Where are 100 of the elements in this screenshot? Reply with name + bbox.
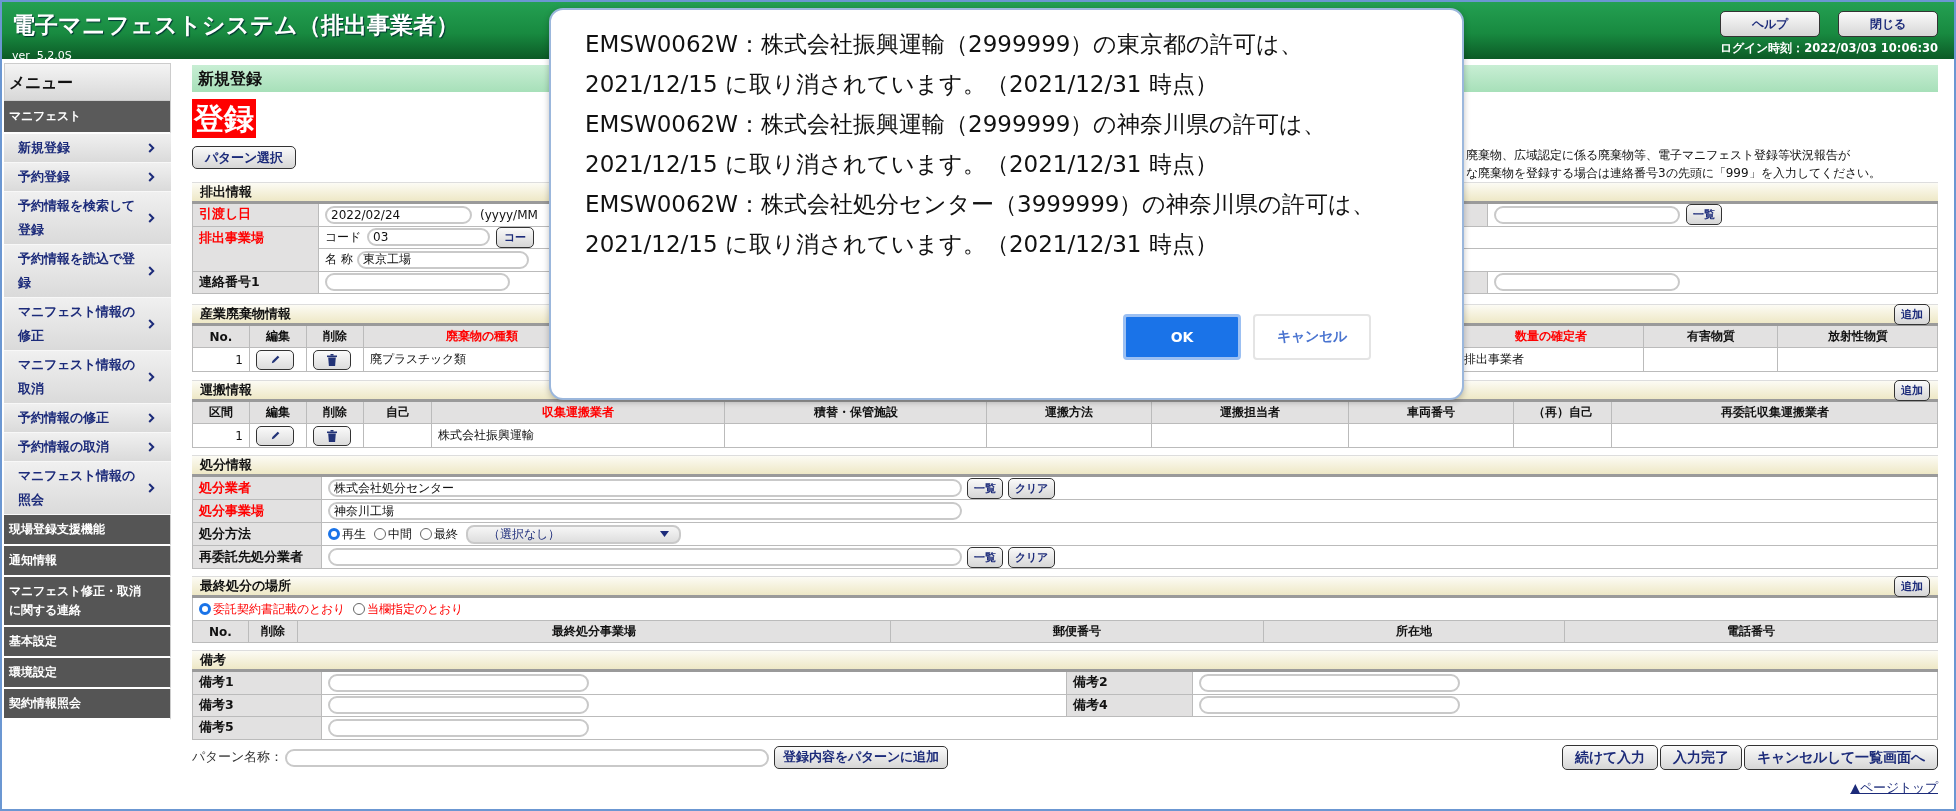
radio-label[interactable]: 当欄指定のとおり (367, 600, 463, 618)
edit-button[interactable] (256, 425, 294, 446)
remarks-field[interactable] (328, 718, 589, 737)
menu-item[interactable]: 予約情報の取消 (4, 433, 171, 462)
edit-button[interactable] (256, 349, 294, 370)
page-top-link[interactable]: ▲ページトップ (1850, 779, 1938, 797)
column-header: 再委託収集運搬業者 (1612, 402, 1938, 424)
column-header: 放射性物質 (1778, 326, 1938, 348)
delete-button[interactable] (313, 349, 351, 370)
column-header: 削除 (249, 621, 298, 643)
date-field[interactable]: 2022/02/24 (325, 205, 472, 224)
text-field[interactable]: 株式会社処分センター (328, 479, 962, 497)
menu-group[interactable]: マニフェスト (4, 101, 171, 134)
remarks-field[interactable] (328, 673, 589, 692)
add-button[interactable]: 追加 (1894, 575, 1930, 597)
chevron-icon (148, 172, 155, 182)
menu-item[interactable]: 予約情報を読込で登録 (4, 245, 171, 298)
column-header: 運搬方法 (987, 402, 1152, 424)
radio-button[interactable] (353, 603, 365, 615)
field-label: 備考2 (1067, 672, 1193, 695)
menu-item[interactable]: マニフェスト情報の取消 (4, 351, 171, 404)
field-label: 排出事業場 (193, 226, 319, 272)
text-field[interactable] (1494, 273, 1680, 292)
mode-badge: 登録 (192, 99, 256, 138)
radio-button[interactable] (328, 528, 340, 540)
pattern-name-field[interactable] (285, 748, 769, 767)
caret-icon (660, 531, 669, 537)
text-field[interactable]: 神奈川工場 (328, 502, 962, 520)
header-button[interactable]: ヘルプ (1720, 11, 1820, 37)
section-title: 処分情報 (200, 456, 252, 474)
column-header: 電話番号 (1565, 621, 1938, 643)
column-header: 編集 (250, 326, 307, 348)
name-field[interactable]: 東京工場 (356, 250, 529, 269)
chevron-icon (148, 143, 155, 153)
lookup-button[interactable]: クリア (1008, 546, 1055, 568)
menu-group[interactable]: 契約情報照会 (4, 689, 171, 720)
menu-item[interactable]: マニフェスト情報の照会 (4, 462, 171, 515)
delete-button[interactable] (313, 425, 351, 446)
add-button[interactable]: 追加 (1894, 379, 1930, 401)
code-field[interactable]: 03 (367, 228, 490, 247)
menu-group[interactable]: 現場登録支援機能 (4, 515, 171, 546)
dialog-button[interactable]: OK (1123, 314, 1241, 360)
radio-button[interactable] (420, 528, 432, 540)
column-header: 自己 (364, 402, 432, 424)
menu-group[interactable]: マニフェスト修正・取消に関する連絡 (4, 577, 171, 627)
add-button[interactable]: 追加 (1894, 303, 1930, 325)
remarks-field[interactable] (328, 696, 589, 715)
lookup-button[interactable]: 一覧 (967, 477, 1003, 499)
chevron-icon (148, 483, 155, 493)
menu-group[interactable]: 基本設定 (4, 627, 171, 658)
menu-item[interactable]: 新規登録 (4, 134, 171, 163)
menu-item[interactable]: マニフェスト情報の修正 (4, 298, 171, 351)
remarks-field[interactable] (1199, 696, 1460, 715)
remarks-field[interactable] (1199, 673, 1460, 692)
lookup-button[interactable]: クリア (1008, 477, 1055, 499)
radio-label[interactable]: 再生 (342, 525, 366, 543)
row-number: 1 (193, 424, 250, 448)
dialog-button[interactable]: キャンセル (1253, 314, 1371, 360)
column-header: No. (193, 326, 250, 348)
field-label: 備考1 (193, 672, 322, 695)
method-dropdown[interactable]: （選択なし） (466, 524, 681, 544)
menu-item[interactable]: 予約情報の修正 (4, 404, 171, 433)
pattern-name-label: パターン名称： (192, 749, 283, 766)
menu-group[interactable]: 環境設定 (4, 658, 171, 689)
radio-label[interactable]: 委託契約書記載のとおり (213, 600, 345, 618)
contact-number-field[interactable] (325, 273, 510, 292)
field-label: 備考4 (1067, 694, 1193, 717)
dialog-message: EMSW0062W：株式会社振興運輸（2999999）の神奈川県の許可は、2021/12/15 に取り消されています。（2021/12/31 時点） (585, 110, 1328, 179)
action-button[interactable]: 入力完了 (1660, 745, 1742, 770)
column-header: 所在地 (1264, 621, 1565, 643)
section-title: 最終処分の場所 (200, 577, 291, 595)
trash-icon (327, 429, 337, 442)
code-button[interactable]: コー (496, 226, 534, 248)
radio-label[interactable]: 中間 (388, 525, 412, 543)
column-header: 有害物質 (1644, 326, 1778, 348)
menu-group[interactable]: 通知情報 (4, 546, 171, 577)
chevron-icon (148, 442, 155, 452)
add-pattern-button[interactable]: 登録内容をパターンに追加 (774, 746, 948, 769)
text-field[interactable] (1494, 205, 1680, 224)
field-label: 再委託先処分業者 (193, 546, 322, 569)
text-field[interactable] (328, 548, 962, 566)
column-header: 運搬担当者 (1152, 402, 1349, 424)
notice-text: 廃棄物、広域認定に係る廃棄物等、電子マニフェスト登録等状況報告が (1466, 147, 1851, 164)
column-header: 郵便番号 (891, 621, 1264, 643)
radio-button[interactable] (199, 603, 211, 615)
pattern-select-button[interactable]: パターン選択 (192, 146, 296, 169)
field-label: 引渡し日 (193, 204, 319, 227)
radio-button[interactable] (374, 528, 386, 540)
chevron-icon (148, 319, 155, 329)
radio-label[interactable]: 最終 (434, 525, 458, 543)
action-button[interactable]: キャンセルして一覧画面へ (1744, 745, 1938, 770)
action-button[interactable]: 続けて入力 (1562, 745, 1658, 770)
menu-item[interactable]: 予約情報を検索して登録 (4, 192, 171, 245)
list-button[interactable]: 一覧 (1686, 204, 1722, 226)
field-label: 備考3 (193, 694, 322, 717)
header-button[interactable]: 閉じる (1838, 11, 1938, 37)
lookup-button[interactable]: 一覧 (967, 546, 1003, 568)
menu-title: メニュー (4, 63, 171, 101)
menu-item[interactable]: 予約登録 (4, 163, 171, 192)
section-title: 産業廃棄物情報 (200, 305, 291, 323)
